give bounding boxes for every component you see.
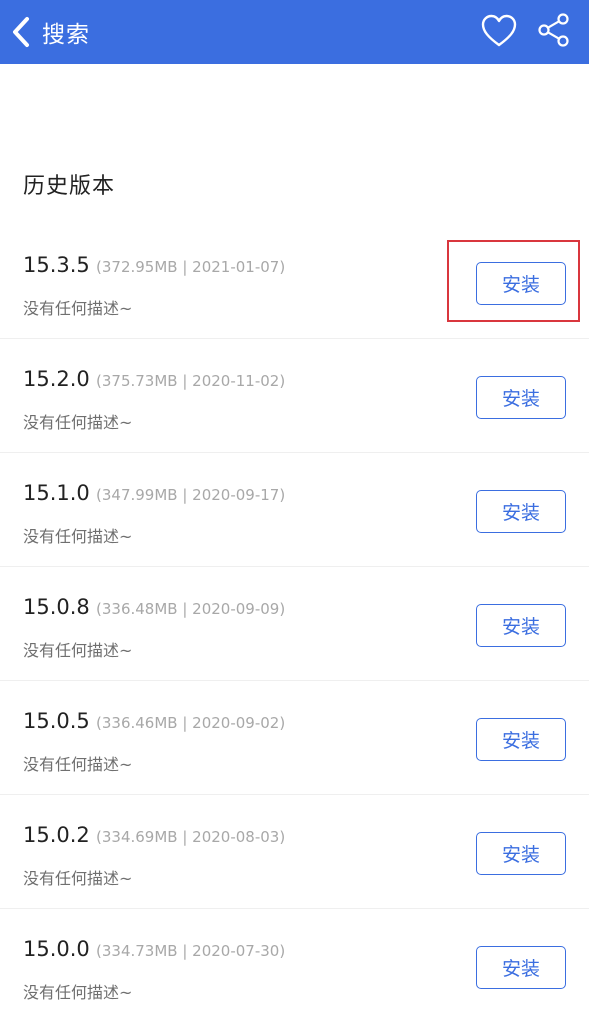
version-number: 15.0.2 (23, 823, 90, 847)
version-number: 15.0.8 (23, 595, 90, 619)
version-number: 15.3.5 (23, 253, 90, 277)
install-button[interactable]: 安装 (476, 490, 566, 533)
install-button[interactable]: 安装 (476, 718, 566, 761)
version-meta: (336.46MB | 2020-09-02) (96, 714, 286, 732)
version-meta: (334.73MB | 2020-07-30) (96, 942, 286, 960)
back-button[interactable]: 搜索 (10, 10, 100, 54)
version-meta: (334.69MB | 2020-08-03) (96, 828, 286, 846)
share-button[interactable] (536, 12, 572, 48)
version-row: 15.1.0 (347.99MB | 2020-09-17) 没有任何描述~ 安… (0, 453, 589, 567)
version-row: 15.3.5 (372.95MB | 2021-01-07) 没有任何描述~ 安… (0, 225, 589, 339)
share-icon (538, 13, 569, 47)
version-meta: (372.95MB | 2021-01-07) (96, 258, 286, 276)
version-row: 15.0.2 (334.69MB | 2020-08-03) 没有任何描述~ 安… (0, 795, 589, 909)
version-description: 没有任何描述~ (23, 983, 133, 1002)
version-row: 15.0.5 (336.46MB | 2020-09-02) 没有任何描述~ 安… (0, 681, 589, 795)
version-number: 15.0.5 (23, 709, 90, 733)
version-description: 没有任何描述~ (23, 527, 133, 546)
app-page: 搜索 历史版本 15.3.5 (372.95MB | 2021-01-07) 没… (0, 0, 589, 1018)
version-description: 没有任何描述~ (23, 641, 133, 660)
top-navbar: 搜索 (0, 0, 589, 64)
version-description: 没有任何描述~ (23, 413, 133, 432)
version-number: 15.2.0 (23, 367, 90, 391)
version-row: 15.0.8 (336.48MB | 2020-09-09) 没有任何描述~ 安… (0, 567, 589, 681)
version-description: 没有任何描述~ (23, 299, 133, 318)
version-number: 15.0.0 (23, 937, 90, 961)
version-description: 没有任何描述~ (23, 869, 133, 888)
heart-icon (481, 14, 517, 47)
version-row: 15.0.0 (334.73MB | 2020-07-30) 没有任何描述~ 安… (0, 909, 589, 1018)
favorite-button[interactable] (480, 12, 518, 50)
version-meta: (375.73MB | 2020-11-02) (96, 372, 286, 390)
chevron-left-icon (13, 17, 29, 47)
install-button[interactable]: 安装 (476, 946, 566, 989)
version-description: 没有任何描述~ (23, 755, 133, 774)
install-button[interactable]: 安装 (476, 376, 566, 419)
install-button[interactable]: 安装 (476, 604, 566, 647)
section-title: 历史版本 (23, 174, 116, 199)
version-list: 15.3.5 (372.95MB | 2021-01-07) 没有任何描述~ 安… (0, 225, 589, 1018)
version-meta: (347.99MB | 2020-09-17) (96, 486, 286, 504)
install-button[interactable]: 安装 (476, 262, 566, 305)
version-meta: (336.48MB | 2020-09-09) (96, 600, 286, 618)
version-row: 15.2.0 (375.73MB | 2020-11-02) 没有任何描述~ 安… (0, 339, 589, 453)
version-number: 15.1.0 (23, 481, 90, 505)
install-button[interactable]: 安装 (476, 832, 566, 875)
page-title: 搜索 (42, 22, 90, 48)
